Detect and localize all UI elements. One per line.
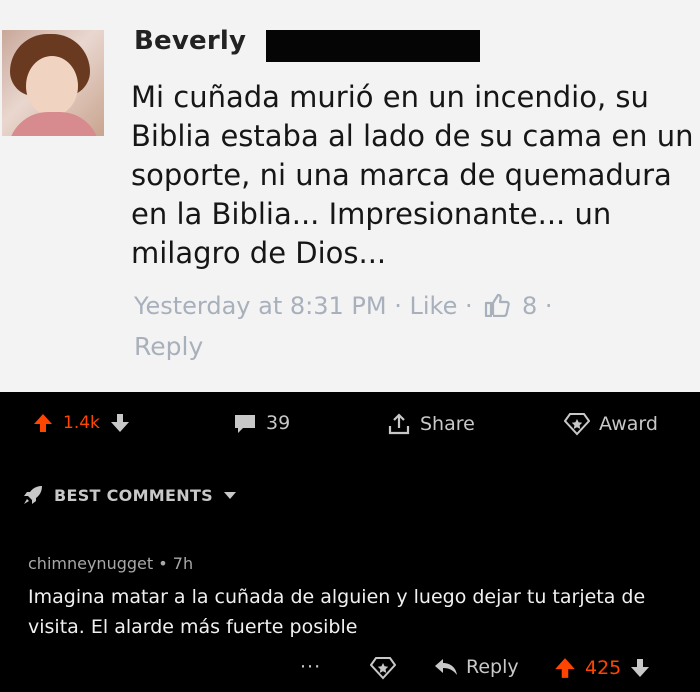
reply-arrow-icon <box>434 657 458 677</box>
comment-bubble-icon <box>233 412 257 434</box>
reply-link[interactable]: Reply <box>134 332 203 361</box>
like-count: 8 <box>521 292 538 320</box>
post-vote-group: 1.4k <box>32 412 131 434</box>
header-dot: • <box>158 554 173 573</box>
comment-age: 7h <box>172 554 194 573</box>
like-link[interactable]: Like <box>410 292 458 320</box>
upvote-arrow-icon[interactable] <box>32 412 54 434</box>
award-icon <box>370 656 396 680</box>
comments-button[interactable]: 39 <box>233 412 290 434</box>
award-label: Award <box>599 413 658 435</box>
comment-text: Mi cuñada murió en un incendio, su Bibli… <box>131 80 694 270</box>
avatar[interactable] <box>2 30 104 136</box>
comment-count: 39 <box>266 412 291 434</box>
downvote-arrow-icon[interactable] <box>109 412 131 434</box>
comment-award-button[interactable] <box>370 656 396 680</box>
meta-separator: · <box>544 292 553 320</box>
avatar-shirt <box>8 112 100 136</box>
post-action-bar: 1.4k 39 Share Award <box>0 392 700 456</box>
rocket-icon <box>22 484 44 506</box>
thumbs-up-icon <box>484 293 511 317</box>
comment-action-bar: ··· Reply 425 <box>0 652 700 688</box>
comment-header: chimneynugget • 7h <box>28 554 193 573</box>
commenter-name[interactable]: Beverly <box>134 26 246 56</box>
more-options-button[interactable]: ··· <box>300 656 321 678</box>
sort-dropdown[interactable]: BEST COMMENTS <box>22 484 237 506</box>
meta-separator: · <box>465 292 473 320</box>
share-button[interactable]: Share <box>387 412 475 436</box>
award-icon <box>564 412 590 436</box>
upvote-arrow-icon[interactable] <box>553 656 577 680</box>
comment-vote-group: 425 <box>553 656 651 680</box>
timestamp[interactable]: Yesterday at 8:31 PM <box>134 292 387 320</box>
comment-reply-button[interactable]: Reply <box>434 656 519 678</box>
sort-label: BEST COMMENTS <box>54 485 213 505</box>
post-vote-count: 1.4k <box>63 413 100 433</box>
downvote-arrow-icon[interactable] <box>629 657 651 679</box>
chevron-down-icon <box>223 490 237 500</box>
share-icon <box>387 412 411 436</box>
comment-username[interactable]: chimneynugget <box>28 554 153 573</box>
redaction-bar <box>266 30 480 62</box>
comment-meta: Yesterday at 8:31 PM · Like · 8 · <box>134 292 553 320</box>
comment-body: Imagina matar a la cuñada de alguien y l… <box>28 586 646 638</box>
comment-reply-label: Reply <box>466 656 519 678</box>
facebook-comment-screenshot: Beverly Mi cuñada murió en un incendio, … <box>0 0 700 392</box>
avatar-face <box>26 56 78 116</box>
award-button[interactable]: Award <box>564 412 658 436</box>
comment-score: 425 <box>585 657 622 679</box>
meta-separator: · <box>394 292 402 320</box>
share-label: Share <box>420 413 475 435</box>
reddit-section: 1.4k 39 Share Award BEST COMMENTS chimne… <box>0 392 700 692</box>
